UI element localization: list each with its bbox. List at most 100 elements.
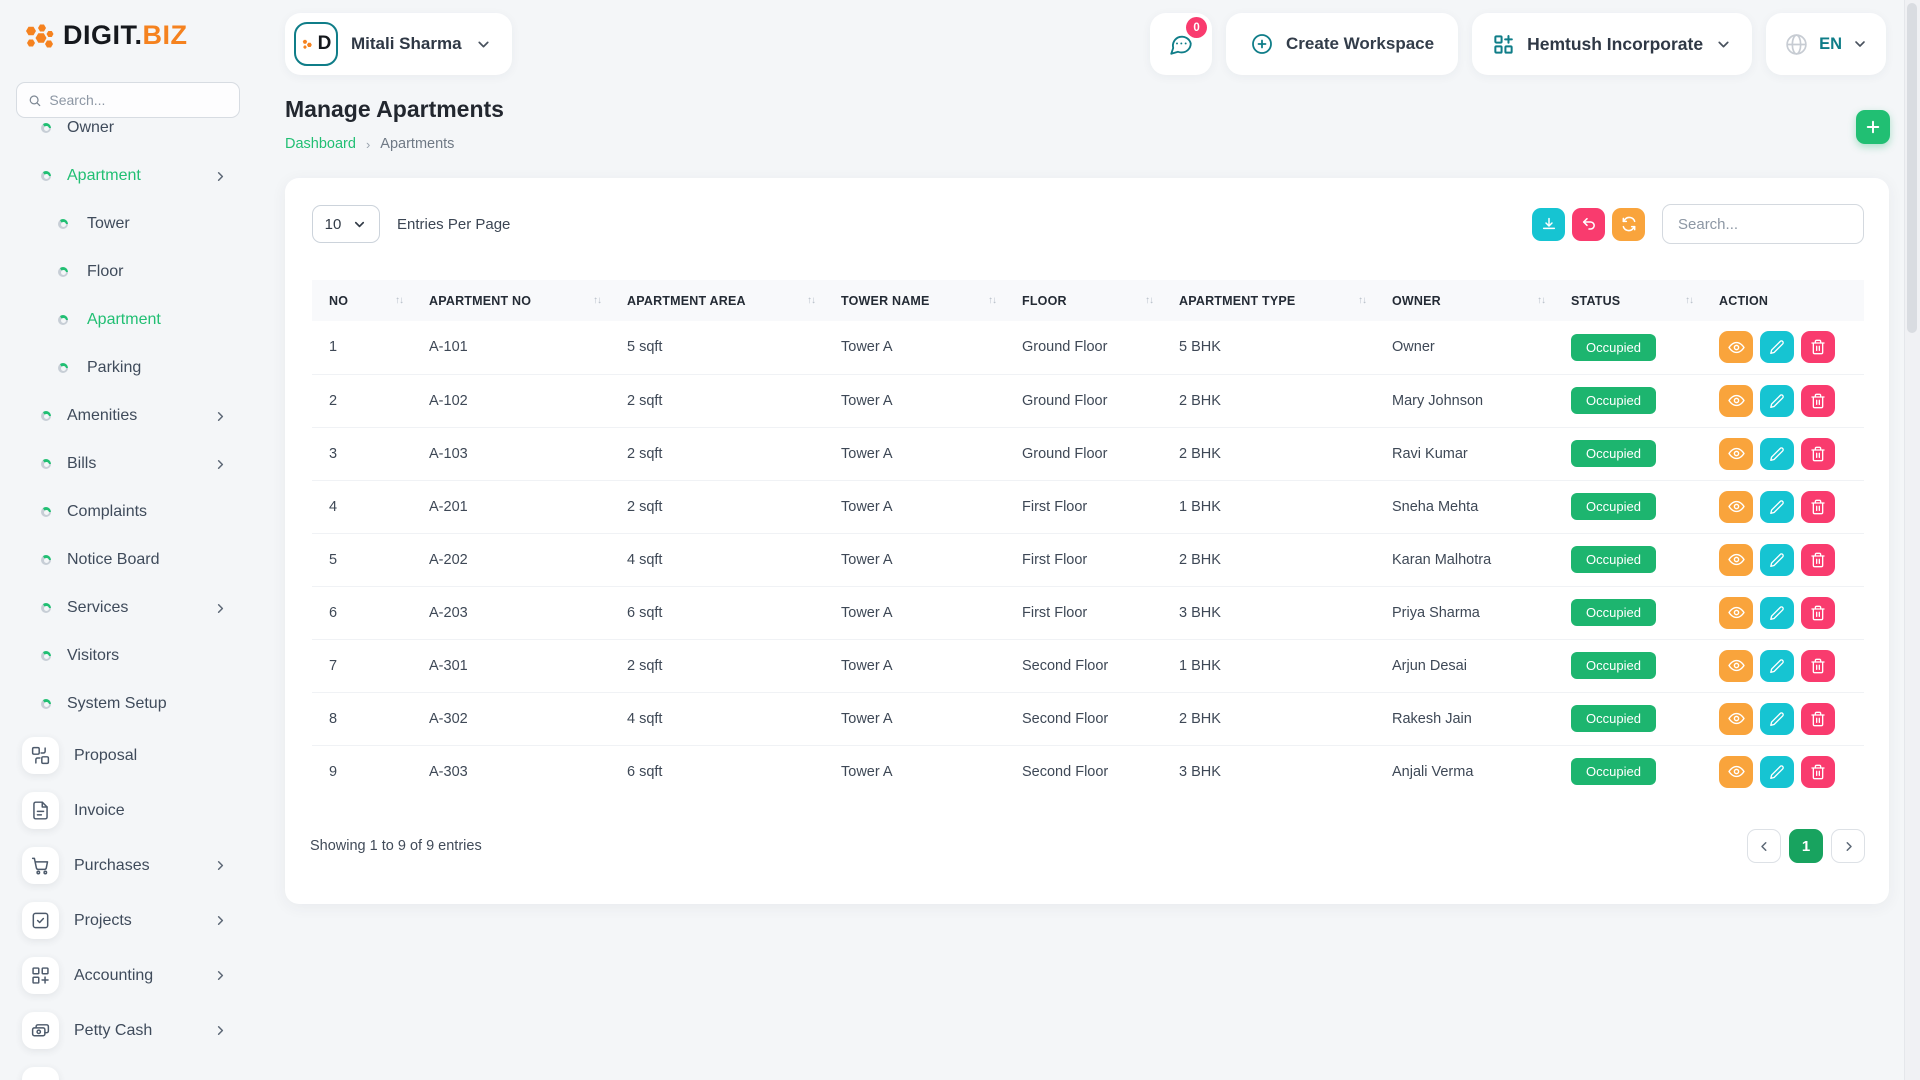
sidebar-item-bills[interactable]: Bills bbox=[0, 440, 258, 488]
view-button[interactable] bbox=[1719, 331, 1753, 363]
sort-icon[interactable]: ↑↓ bbox=[1145, 295, 1153, 306]
table-search-input[interactable] bbox=[1662, 204, 1864, 244]
delete-button[interactable] bbox=[1801, 331, 1835, 363]
sidebar-item-complaints[interactable]: Complaints bbox=[0, 488, 258, 536]
sort-icon[interactable]: ↑↓ bbox=[1358, 295, 1366, 306]
sidebar-item-invoice[interactable]: Invoice bbox=[0, 783, 258, 838]
sort-icon[interactable]: ↑↓ bbox=[988, 295, 996, 306]
edit-button[interactable] bbox=[1760, 597, 1794, 629]
workspace-switcher[interactable]: D Mitali Sharma bbox=[285, 13, 512, 75]
brand-logo[interactable]: DIGIT.BIZ bbox=[22, 20, 188, 51]
sidebar-item-parking[interactable]: Parking bbox=[0, 344, 258, 392]
column-header-status[interactable]: STATUS↑↓ bbox=[1571, 280, 1719, 321]
sidebar-item-proposal[interactable]: Proposal bbox=[0, 728, 258, 783]
sort-icon[interactable]: ↑↓ bbox=[395, 295, 403, 306]
sidebar-item-amenities[interactable]: Amenities bbox=[0, 392, 258, 440]
company-name: Hemtush Incorporate bbox=[1527, 34, 1703, 55]
cell-type: 5 BHK bbox=[1179, 321, 1392, 374]
company-switcher[interactable]: Hemtush Incorporate bbox=[1472, 13, 1752, 75]
refresh-button[interactable] bbox=[1612, 208, 1645, 241]
column-header-owner[interactable]: OWNER↑↓ bbox=[1392, 280, 1571, 321]
sidebar-item-purchases[interactable]: Purchases bbox=[0, 838, 258, 893]
previous-page-button[interactable] bbox=[1747, 829, 1781, 863]
entries-per-page-select[interactable]: 10 bbox=[312, 205, 380, 243]
edit-button[interactable] bbox=[1760, 544, 1794, 576]
edit-button[interactable] bbox=[1760, 438, 1794, 470]
sidebar-item-apartment[interactable]: Apartment bbox=[0, 296, 258, 344]
view-button[interactable] bbox=[1719, 650, 1753, 682]
delete-button[interactable] bbox=[1801, 597, 1835, 629]
plus-circle-icon bbox=[1250, 32, 1274, 56]
sidebar-item-apartment[interactable]: Apartment bbox=[0, 152, 258, 200]
edit-button[interactable] bbox=[1760, 650, 1794, 682]
cash-icon bbox=[22, 1012, 59, 1049]
sort-icon[interactable]: ↑↓ bbox=[1685, 295, 1693, 306]
column-header-apartment-type[interactable]: APARTMENT TYPE↑↓ bbox=[1179, 280, 1392, 321]
delete-button[interactable] bbox=[1801, 438, 1835, 470]
sidebar-item-projects[interactable]: Projects bbox=[0, 893, 258, 948]
page-scrollbar[interactable] bbox=[1904, 0, 1920, 1080]
sidebar-item-notice-board[interactable]: Notice Board bbox=[0, 536, 258, 584]
edit-button[interactable] bbox=[1760, 491, 1794, 523]
chat-button[interactable]: 0 bbox=[1150, 13, 1212, 75]
cell-action bbox=[1719, 745, 1864, 798]
cell-type: 2 BHK bbox=[1179, 533, 1392, 586]
breadcrumb-dashboard-link[interactable]: Dashboard bbox=[285, 136, 356, 152]
sidebar-search-input[interactable] bbox=[49, 92, 228, 108]
delete-button[interactable] bbox=[1801, 491, 1835, 523]
page-1-button[interactable]: 1 bbox=[1789, 829, 1823, 863]
view-button[interactable] bbox=[1719, 756, 1753, 788]
sort-icon[interactable]: ↑↓ bbox=[1537, 295, 1545, 306]
delete-button[interactable] bbox=[1801, 385, 1835, 417]
view-button[interactable] bbox=[1719, 703, 1753, 735]
chevron-right-icon bbox=[213, 457, 228, 472]
sidebar-item-services[interactable]: Services bbox=[0, 584, 258, 632]
language-selector[interactable]: EN bbox=[1766, 13, 1886, 75]
next-page-button[interactable] bbox=[1831, 829, 1865, 863]
delete-button[interactable] bbox=[1801, 703, 1835, 735]
view-button[interactable] bbox=[1719, 438, 1753, 470]
sidebar-item-tower[interactable]: Tower bbox=[0, 200, 258, 248]
globe-icon bbox=[1784, 32, 1809, 57]
view-button[interactable] bbox=[1719, 597, 1753, 629]
sidebar-item-system-setup[interactable]: System Setup bbox=[0, 680, 258, 728]
column-header-apartment-area[interactable]: APARTMENT AREA↑↓ bbox=[627, 280, 841, 321]
edit-button[interactable] bbox=[1760, 385, 1794, 417]
view-button[interactable] bbox=[1719, 544, 1753, 576]
edit-button[interactable] bbox=[1760, 756, 1794, 788]
edit-button[interactable] bbox=[1760, 703, 1794, 735]
scrollbar-thumb[interactable] bbox=[1907, 3, 1917, 333]
undo-button[interactable] bbox=[1572, 208, 1605, 241]
sidebar-item-label: Services bbox=[67, 599, 128, 617]
table-footer: Showing 1 to 9 of 9 entries 1 bbox=[310, 826, 1865, 866]
table-row: 2A-1022 sqftTower AGround Floor2 BHKMary… bbox=[312, 374, 1864, 427]
apartments-table: NO↑↓APARTMENT NO↑↓APARTMENT AREA↑↓TOWER … bbox=[312, 280, 1864, 798]
sidebar-item-accounting[interactable]: Accounting bbox=[0, 948, 258, 1003]
sidebar-item-petty-cash[interactable]: Petty Cash bbox=[0, 1003, 258, 1058]
column-header-apartment-no[interactable]: APARTMENT NO↑↓ bbox=[429, 280, 627, 321]
search-icon bbox=[28, 93, 41, 108]
delete-button[interactable] bbox=[1801, 544, 1835, 576]
sort-icon[interactable]: ↑↓ bbox=[807, 295, 815, 306]
column-header-floor[interactable]: FLOOR↑↓ bbox=[1022, 280, 1179, 321]
column-label: ACTION bbox=[1719, 294, 1768, 308]
export-button[interactable] bbox=[1532, 208, 1565, 241]
view-button[interactable] bbox=[1719, 491, 1753, 523]
sidebar-item-visitors[interactable]: Visitors bbox=[0, 632, 258, 680]
edit-button[interactable] bbox=[1760, 331, 1794, 363]
column-header-no[interactable]: NO↑↓ bbox=[312, 280, 429, 321]
sidebar-item-floor[interactable]: Floor bbox=[0, 248, 258, 296]
sort-icon[interactable]: ↑↓ bbox=[593, 295, 601, 306]
column-header-tower-name[interactable]: TOWER NAME↑↓ bbox=[841, 280, 1022, 321]
create-workspace-button[interactable]: Create Workspace bbox=[1226, 13, 1458, 75]
delete-button[interactable] bbox=[1801, 756, 1835, 788]
cell-tower: Tower A bbox=[841, 480, 1022, 533]
grid-plus-icon bbox=[22, 957, 59, 994]
view-button[interactable] bbox=[1719, 385, 1753, 417]
cell-tower: Tower A bbox=[841, 745, 1022, 798]
sidebar-item-owner[interactable]: Owner bbox=[0, 118, 258, 152]
delete-button[interactable] bbox=[1801, 650, 1835, 682]
chevron-right-icon bbox=[213, 169, 228, 184]
cell-tower: Tower A bbox=[841, 692, 1022, 745]
add-apartment-button[interactable] bbox=[1856, 110, 1890, 144]
